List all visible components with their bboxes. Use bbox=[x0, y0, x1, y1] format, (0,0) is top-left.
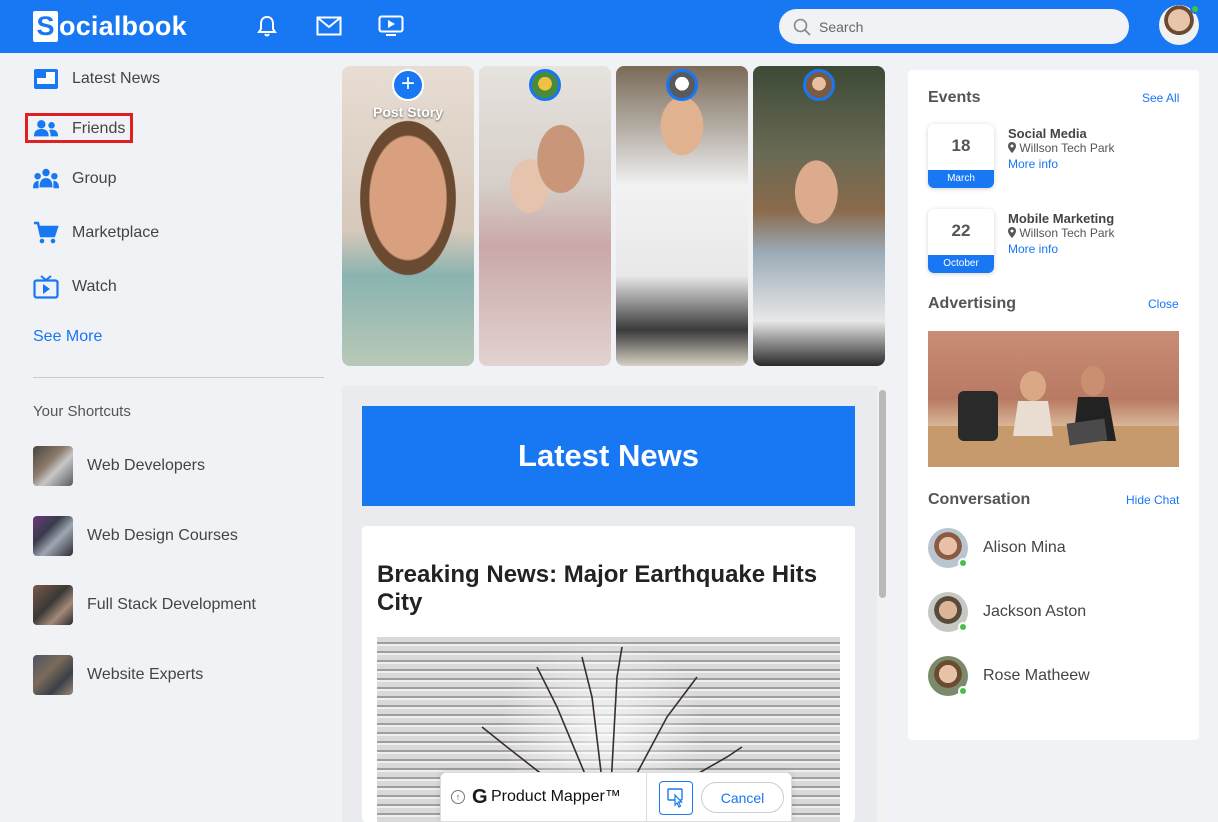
sidebar-item-group[interactable]: Group bbox=[33, 166, 116, 192]
scrollbar-thumb[interactable] bbox=[879, 390, 886, 598]
news-post-title[interactable]: Breaking News: Major Earthquake Hits Cit… bbox=[377, 561, 837, 617]
see-more-link[interactable]: See More bbox=[33, 328, 102, 346]
shortcut-thumbnail bbox=[33, 585, 73, 625]
event-title: Mobile Marketing bbox=[1008, 211, 1115, 226]
story-avatar bbox=[529, 69, 561, 101]
sidebar-divider bbox=[33, 377, 324, 378]
contact-name: Jackson Aston bbox=[983, 603, 1087, 620]
chat-contact[interactable]: Alison Mina bbox=[928, 528, 1066, 568]
contact-name: Rose Matheew bbox=[983, 667, 1090, 684]
shortcut-full-stack-development[interactable]: Full Stack Development bbox=[33, 585, 256, 625]
latest-news-banner: Latest News bbox=[362, 406, 855, 506]
story-avatar bbox=[803, 69, 835, 101]
search-bar[interactable] bbox=[779, 9, 1129, 44]
story-avatar bbox=[666, 69, 698, 101]
shortcut-website-experts[interactable]: Website Experts bbox=[33, 655, 203, 695]
product-mapper-logo: G bbox=[472, 786, 488, 808]
online-indicator bbox=[1190, 4, 1200, 14]
sidebar-item-label: Latest News bbox=[72, 70, 161, 87]
sidebar-item-marketplace[interactable]: Marketplace bbox=[33, 220, 159, 246]
location-pin-icon bbox=[1008, 227, 1016, 238]
location-pin-icon bbox=[1008, 142, 1016, 153]
bell-icon[interactable] bbox=[253, 12, 281, 40]
shortcut-web-developers[interactable]: Web Developers bbox=[33, 446, 205, 486]
hide-chat-link[interactable]: Hide Chat bbox=[1126, 493, 1179, 507]
event-location: Willson Tech Park bbox=[1008, 141, 1115, 155]
advertising-image[interactable] bbox=[928, 331, 1179, 467]
event-location-text: Willson Tech Park bbox=[1019, 141, 1115, 155]
event-month: October bbox=[928, 255, 994, 273]
search-input[interactable] bbox=[819, 18, 1109, 35]
logo-text: ocialbook bbox=[59, 10, 187, 41]
shortcut-web-design-courses[interactable]: Web Design Courses bbox=[33, 516, 238, 556]
chat-contact[interactable]: Jackson Aston bbox=[928, 592, 1086, 632]
shortcut-thumbnail bbox=[33, 446, 73, 486]
more-info-link[interactable]: More info bbox=[1008, 242, 1058, 256]
story-card[interactable] bbox=[616, 66, 748, 366]
cancel-button[interactable]: Cancel bbox=[701, 782, 784, 813]
conversation-heading: Conversation bbox=[928, 491, 1031, 508]
newspaper-icon bbox=[33, 66, 59, 92]
add-story-icon[interactable]: + bbox=[392, 69, 424, 101]
shortcuts-heading: Your Shortcuts bbox=[33, 403, 131, 420]
sidebar-item-label: Watch bbox=[72, 278, 117, 295]
socialbook-logo[interactable]: S ocialbook bbox=[33, 10, 187, 42]
separator bbox=[646, 773, 647, 822]
shortcut-label: Full Stack Development bbox=[87, 596, 256, 613]
logo-letter: S bbox=[33, 10, 58, 42]
video-icon[interactable] bbox=[377, 12, 405, 40]
sidebar-item-label: Marketplace bbox=[72, 224, 160, 241]
profile-avatar[interactable] bbox=[1159, 4, 1200, 45]
cart-icon bbox=[33, 220, 59, 246]
contact-name: Alison Mina bbox=[983, 539, 1066, 556]
sidebar-item-latest-news[interactable]: Latest News bbox=[33, 66, 160, 92]
event-location: Willson Tech Park bbox=[1008, 226, 1115, 240]
product-mapper-name: Product Mapper™ bbox=[491, 788, 621, 805]
expand-icon[interactable]: ↑ bbox=[451, 790, 465, 804]
shortcut-label: Website Experts bbox=[87, 666, 204, 683]
more-info-link[interactable]: More info bbox=[1008, 157, 1058, 171]
group-icon bbox=[33, 166, 59, 192]
event-day: 22 bbox=[951, 221, 971, 240]
online-indicator bbox=[958, 686, 968, 696]
event-month: March bbox=[928, 170, 994, 188]
close-ad-link[interactable]: Close bbox=[1148, 297, 1179, 311]
chat-contact[interactable]: Rose Matheew bbox=[928, 656, 1090, 696]
friends-icon bbox=[33, 116, 59, 142]
story-post[interactable]: + Post Story bbox=[342, 66, 474, 366]
story-card[interactable] bbox=[479, 66, 611, 366]
event-location-text: Willson Tech Park bbox=[1019, 226, 1115, 240]
contact-avatar bbox=[928, 656, 968, 696]
shortcut-thumbnail bbox=[33, 516, 73, 556]
feed-scrollbar[interactable] bbox=[877, 386, 889, 822]
sidebar-item-label: Friends bbox=[72, 120, 126, 137]
online-indicator bbox=[958, 622, 968, 632]
online-indicator bbox=[958, 558, 968, 568]
event-date-card: 18 March bbox=[928, 124, 994, 188]
mail-icon[interactable] bbox=[315, 12, 343, 40]
advertising-heading: Advertising bbox=[928, 295, 1017, 312]
contact-avatar bbox=[928, 528, 968, 568]
see-all-link[interactable]: See All bbox=[1142, 91, 1179, 105]
story-card[interactable] bbox=[753, 66, 885, 366]
shortcut-label: Web Developers bbox=[87, 457, 205, 474]
shortcut-label: Web Design Courses bbox=[87, 527, 238, 544]
tv-icon bbox=[33, 274, 59, 300]
contact-avatar bbox=[928, 592, 968, 632]
shortcut-thumbnail bbox=[33, 655, 73, 695]
event-date-card: 22 October bbox=[928, 209, 994, 273]
sidebar-item-friends[interactable]: Friends bbox=[33, 116, 125, 142]
top-navbar: S ocialbook bbox=[0, 0, 1218, 53]
event-day: 18 bbox=[951, 136, 971, 155]
events-heading: Events bbox=[928, 89, 981, 106]
event-title: Social Media bbox=[1008, 126, 1087, 141]
sidebar-item-label: Group bbox=[72, 170, 117, 187]
post-story-label: Post Story bbox=[372, 104, 443, 120]
search-icon bbox=[793, 18, 811, 36]
product-mapper-bar: ↑ G Product Mapper™ Cancel bbox=[440, 772, 792, 822]
sidebar-item-watch[interactable]: Watch bbox=[33, 274, 117, 300]
pointer-tool-icon[interactable] bbox=[659, 781, 693, 815]
